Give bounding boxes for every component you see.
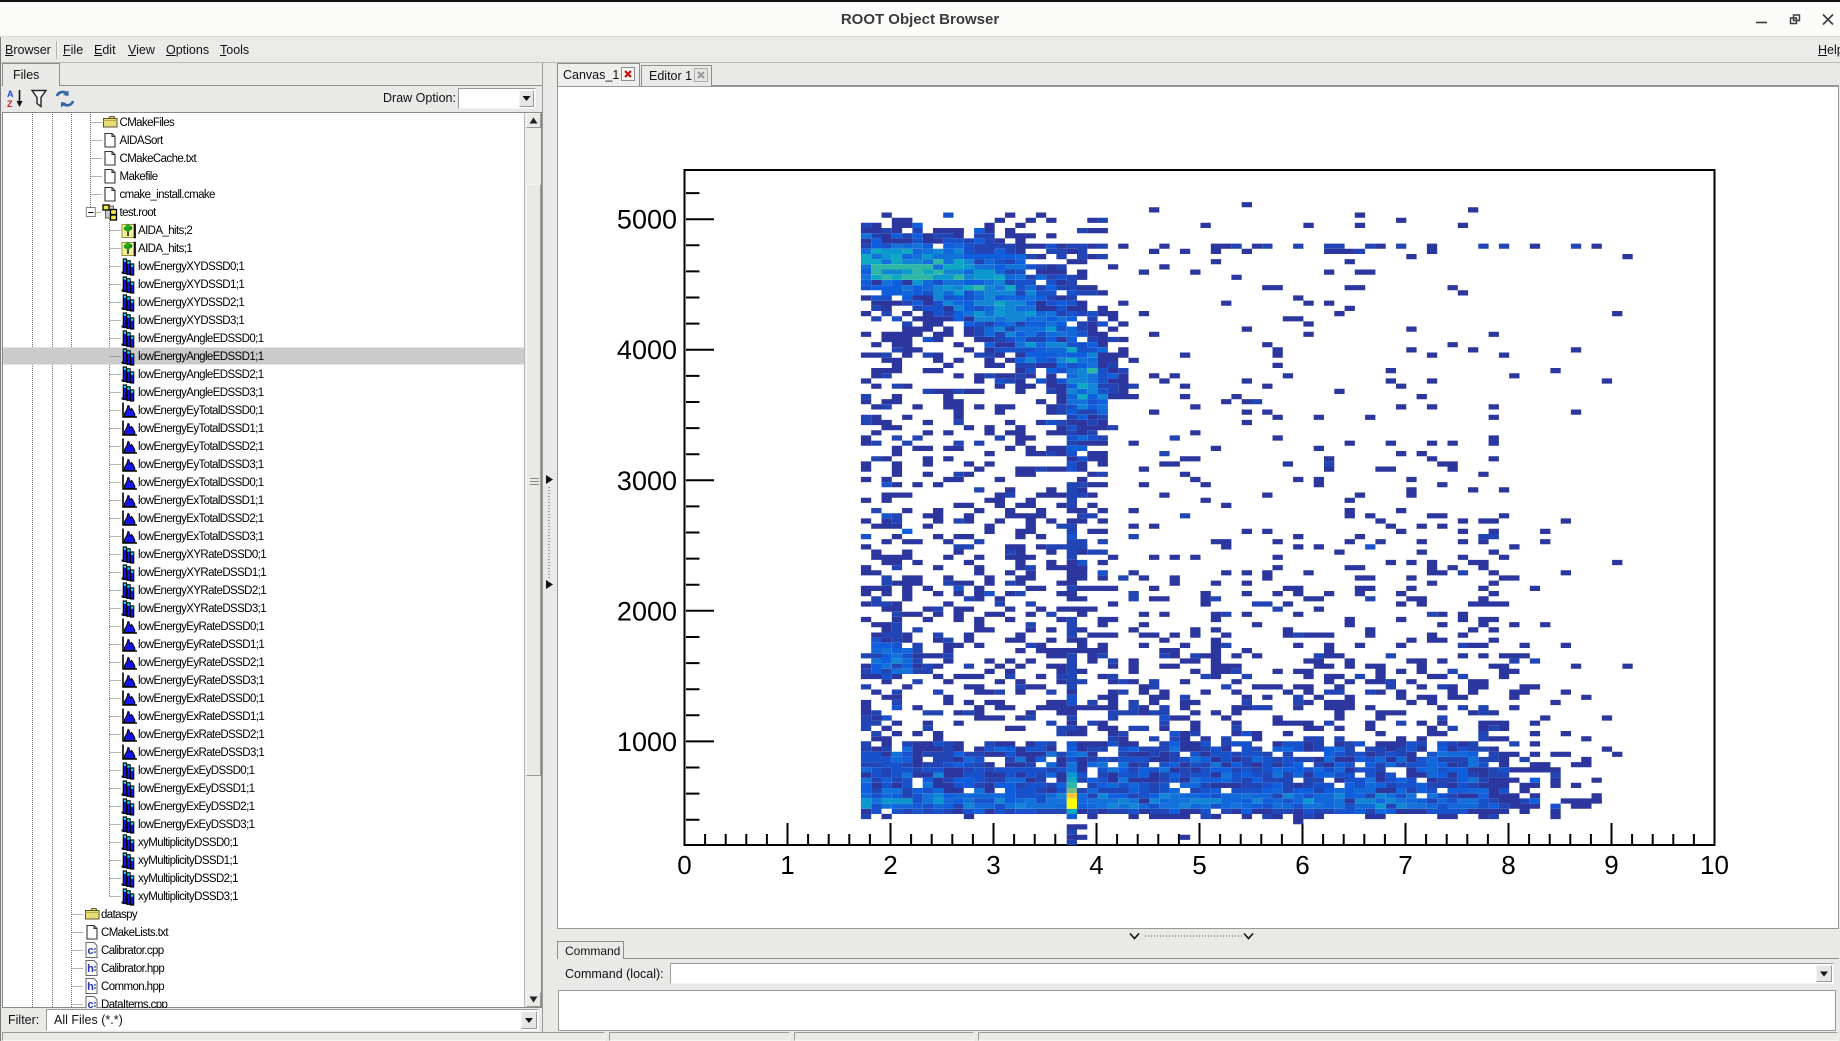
svg-text:2000: 2000 [617, 596, 677, 626]
svg-text:1000: 1000 [617, 727, 677, 757]
svg-text:4000: 4000 [617, 335, 677, 365]
svg-text:6: 6 [1295, 850, 1309, 880]
svg-text:3: 3 [986, 850, 1000, 880]
svg-text:4: 4 [1089, 850, 1103, 880]
svg-text:8: 8 [1501, 850, 1515, 880]
svg-text:5000: 5000 [617, 205, 677, 235]
svg-text:9: 9 [1604, 850, 1618, 880]
svg-text:2: 2 [883, 850, 897, 880]
svg-text:7: 7 [1398, 850, 1412, 880]
svg-text:10: 10 [1700, 850, 1729, 880]
svg-text:1: 1 [780, 850, 794, 880]
svg-text:0: 0 [677, 850, 691, 880]
svg-text:5: 5 [1192, 850, 1206, 880]
svg-text:3000: 3000 [617, 466, 677, 496]
